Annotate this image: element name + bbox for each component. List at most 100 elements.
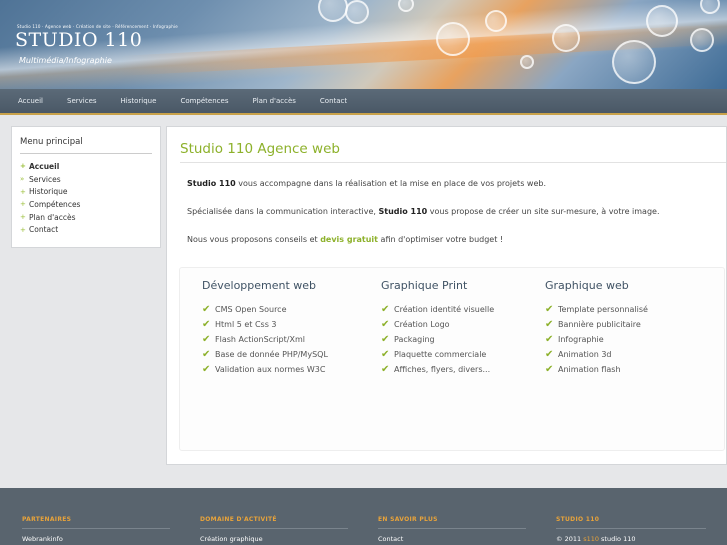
list-item-label: Animation flash <box>558 365 621 374</box>
nav-item-accueil[interactable]: Accueil <box>18 97 43 105</box>
footer-link-creation[interactable]: Création graphique <box>200 535 348 543</box>
bubble-decoration <box>520 55 534 69</box>
service-column-print: Graphique Print ✔ Création identité visue… <box>381 279 494 377</box>
brand-name: Studio 110 <box>378 207 428 216</box>
checkmark-icon: ✔ <box>381 364 390 375</box>
list-item-label: Plaquette commerciale <box>394 350 487 359</box>
bubble-decoration <box>345 0 369 24</box>
list-item: ✔ CMS Open Source <box>202 302 328 317</box>
sidebar-title: Menu principal <box>20 137 152 154</box>
list-item: ✔ Infographie <box>545 332 648 347</box>
service-column-dev-web: Développement web ✔ CMS Open Source ✔ Html… <box>202 279 328 377</box>
list-item: ✔ Template personnalisé <box>545 302 648 317</box>
checkmark-icon: ✔ <box>381 334 390 345</box>
column-title: Graphique web <box>545 279 629 292</box>
nav-item-services[interactable]: Services <box>67 97 97 105</box>
bubble-decoration <box>485 10 507 32</box>
header-banner: Studio 110 · Agence web · Création de si… <box>0 0 727 89</box>
checkmark-icon: ✔ <box>545 334 554 345</box>
footer-col-partenaires: PARTENAIRES Webrankinfo <box>22 516 170 543</box>
sidebar-item-plan-acces[interactable]: + Plan d'accès <box>20 211 152 224</box>
footer-heading: DOMAINE D'ACTIVITÉ <box>200 516 348 529</box>
paragraph-text: afin d'optimiser votre budget ! <box>378 235 504 244</box>
nav-item-historique[interactable]: Historique <box>121 97 157 105</box>
checkmark-icon: ✔ <box>545 304 554 315</box>
list-item-label: Création identité visuelle <box>394 305 495 314</box>
title-divider <box>180 162 726 163</box>
bubble-decoration <box>318 0 348 22</box>
sidebar-item-label: Contact <box>29 225 59 235</box>
footer-copyright: © 2011 s110 studio 110 <box>556 535 706 543</box>
list-item-label: Bannière publicitaire <box>558 320 641 329</box>
checkmark-icon: ✔ <box>545 319 554 330</box>
nav-item-competences[interactable]: Compétences <box>180 97 228 105</box>
nav-item-contact[interactable]: Contact <box>320 97 347 105</box>
sidebar-item-accueil[interactable]: + Accueil <box>20 160 152 173</box>
paragraph-text: vous accompagne dans la réalisation et l… <box>235 179 546 188</box>
list-item-label: Template personnalisé <box>558 305 648 314</box>
list-item: ✔ Bannière publicitaire <box>545 317 648 332</box>
main-content: Studio 110 Agence web Studio 110 vous ac… <box>166 126 727 465</box>
list-item: ✔ Création identité visuelle <box>381 302 494 317</box>
devis-gratuit-link[interactable]: devis gratuit <box>320 235 378 244</box>
paragraph-text: Spécialisée dans la communication intera… <box>187 207 379 216</box>
bubble-decoration <box>398 0 414 12</box>
list-item-label: Base de donnée PHP/MySQL <box>215 350 328 359</box>
checkmark-icon: ✔ <box>202 304 211 315</box>
sidebar-menu: Menu principal + Accueil » Services + Histo… <box>11 126 161 248</box>
chevron-right-icon: » <box>20 175 25 184</box>
sidebar-item-historique[interactable]: + Historique <box>20 185 152 198</box>
sidebar-item-label: Historique <box>29 187 68 197</box>
intro-paragraph-2: Spécialisée dans la communication intera… <box>187 207 660 216</box>
site-logo[interactable]: STUDIO 110 <box>15 29 142 51</box>
bubble-decoration <box>646 5 678 37</box>
list-item: ✔ Base de donnée PHP/MySQL <box>202 347 328 362</box>
footer-heading: EN SAVOIR PLUS <box>378 516 526 529</box>
footer-link-contact[interactable]: Contact <box>378 535 526 543</box>
page-title: Studio 110 Agence web <box>180 141 340 157</box>
footer-heading: STUDIO 110 <box>556 516 706 529</box>
column-title: Développement web <box>202 279 317 292</box>
list-item-label: Validation aux normes W3C <box>215 365 326 374</box>
checkmark-icon: ✔ <box>202 349 211 360</box>
bullet-icon: + <box>20 225 26 234</box>
footer-link-webrankinfo[interactable]: Webrankinfo <box>22 535 170 543</box>
sidebar-item-services[interactable]: » Services <box>20 173 152 186</box>
checkmark-icon: ✔ <box>381 304 390 315</box>
list-item-label: Packaging <box>394 335 435 344</box>
service-column-graphique-web: Graphique web ✔ Template personnalisé ✔ Ba… <box>545 279 648 377</box>
brand-name: Studio 110 <box>187 179 236 188</box>
intro-paragraph-1: Studio 110 vous accompagne dans la réali… <box>187 179 546 188</box>
list-item-label: Création Logo <box>394 320 450 329</box>
nav-item-plan-acces[interactable]: Plan d'accès <box>252 97 295 105</box>
list-item-label: Flash ActionScript/Xml <box>215 335 305 344</box>
copyright-text: © 2011 <box>556 535 584 543</box>
intro-paragraph-3: Nous vous proposons conseils et devis gr… <box>187 235 503 244</box>
bullet-icon: + <box>20 162 26 171</box>
paragraph-text: Nous vous proposons conseils et <box>187 235 321 244</box>
checkmark-icon: ✔ <box>381 319 390 330</box>
list-item: ✔ Création Logo <box>381 317 494 332</box>
sidebar-item-competences[interactable]: + Compétences <box>20 198 152 211</box>
checkmark-icon: ✔ <box>202 319 211 330</box>
bullet-icon: + <box>20 200 26 209</box>
list-item: ✔ Plaquette commerciale <box>381 347 494 362</box>
copyright-text: studio 110 <box>598 535 636 543</box>
checkmark-icon: ✔ <box>381 349 390 360</box>
list-item: ✔ Packaging <box>381 332 494 347</box>
footer-col-domaine: DOMAINE D'ACTIVITÉ Création graphique <box>200 516 348 543</box>
sidebar-item-label: Plan d'accès <box>29 212 76 222</box>
checkmark-icon: ✔ <box>202 364 211 375</box>
bullet-icon: + <box>20 187 26 196</box>
footer-col-studio: STUDIO 110 © 2011 s110 studio 110 <box>556 516 706 543</box>
bubble-decoration <box>436 22 470 56</box>
sidebar-item-contact[interactable]: + Contact <box>20 223 152 236</box>
footer-heading: PARTENAIRES <box>22 516 170 529</box>
list-item-label: Infographie <box>558 335 604 344</box>
copyright-accent: s110 <box>583 535 599 543</box>
paragraph-text: vous propose de créer un site sur-mesure… <box>427 207 660 216</box>
main-nav: Accueil Services Historique Compétences … <box>0 89 727 115</box>
list-item-label: CMS Open Source <box>215 305 287 314</box>
bubble-decoration <box>690 28 714 52</box>
list-item-label: Html 5 et Css 3 <box>215 320 277 329</box>
